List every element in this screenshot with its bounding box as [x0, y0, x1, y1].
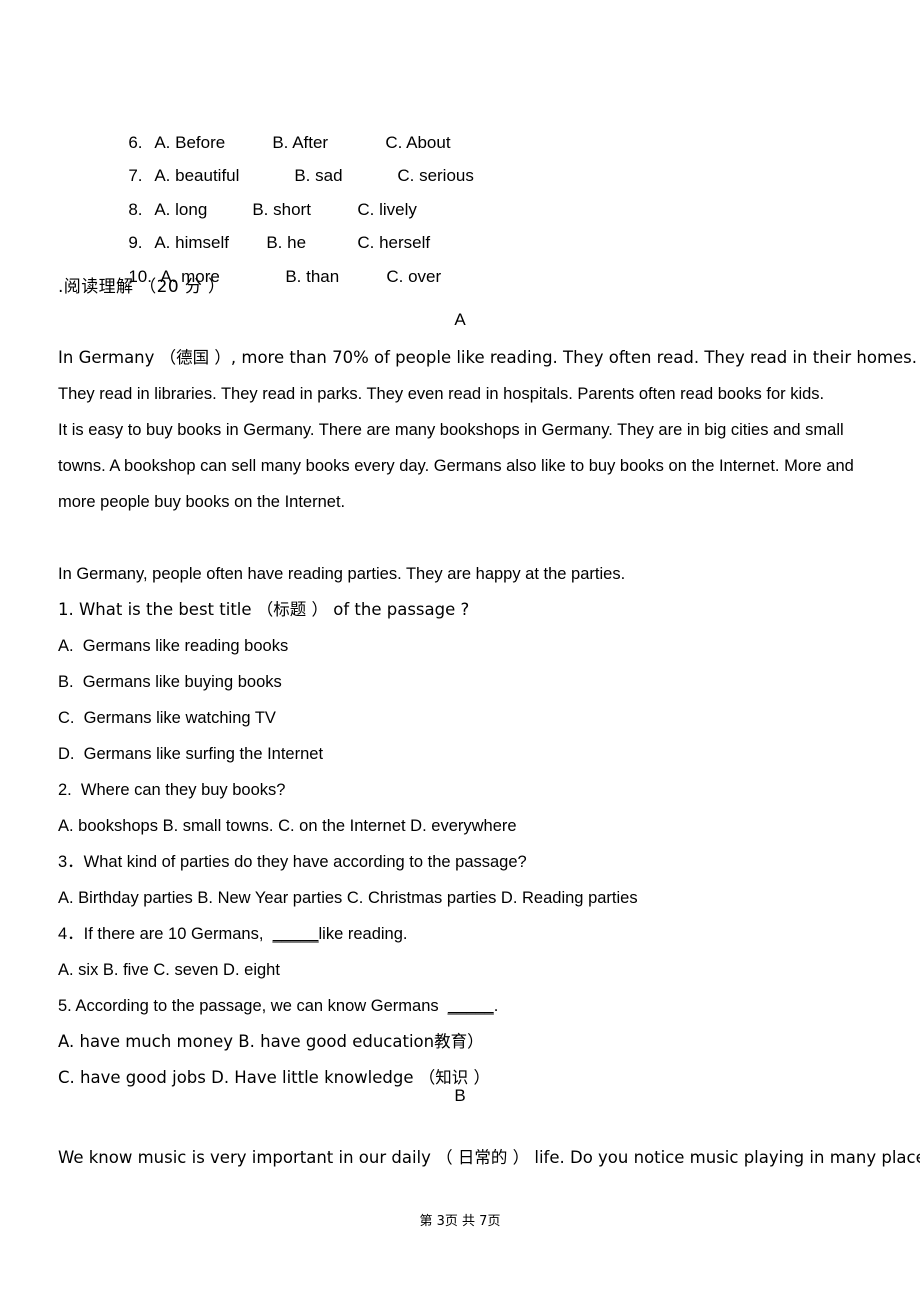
cloze-option-b[interactable]: B. After	[272, 126, 385, 160]
cloze-option-c[interactable]: C. serious	[397, 159, 474, 193]
question-stem-1: 1. What is the best title （标题 ） of the p…	[58, 600, 470, 619]
passage-a-body: In Germany （德国 ）, more than 70% of peopl…	[58, 340, 918, 520]
passage-line: It is easy to buy books in Germany. Ther…	[58, 421, 844, 439]
passage-b-body: We know music is very important in our d…	[58, 1140, 920, 1176]
question-stem-4: 4．If there are 10 Germans, _____like rea…	[58, 916, 903, 952]
cloze-item-number: 8.	[128, 199, 143, 219]
passage-line: They read in libraries. They read in par…	[58, 385, 825, 403]
cloze-option-a[interactable]: A. himself	[154, 226, 266, 260]
cloze-item-number: 6.	[128, 132, 143, 152]
cloze-option-c[interactable]: C. herself	[357, 226, 430, 260]
cloze-option-c[interactable]: C. lively	[357, 193, 417, 227]
question-stem-3: 3．What kind of parties do they have acco…	[58, 853, 527, 871]
cloze-options-list: 6. A. Before B. After C. About 7. A. beautif…	[0, 92, 920, 286]
cloze-option-b[interactable]: B. short	[252, 193, 357, 227]
passage-a-questions: In Germany, people often have reading pa…	[58, 556, 903, 1096]
cloze-item-number: 7.	[128, 166, 143, 185]
passage-line: more people buy books on the Internet.	[58, 493, 346, 511]
cloze-option-c[interactable]: C. over	[386, 260, 441, 294]
cloze-option-b[interactable]: B. than	[285, 260, 386, 294]
question-1-option-c[interactable]: C. Germans like watching TV	[58, 700, 903, 736]
cloze-option-c[interactable]: C. About	[385, 126, 450, 160]
passage-line: In Germany （德国 ）, more than 70% of peopl…	[58, 348, 918, 367]
passage-line: In Germany, people often have reading pa…	[58, 565, 626, 583]
question-5-blank[interactable]: _____	[448, 997, 494, 1015]
question-stem-5: 5. According to the passage, we can know…	[58, 988, 903, 1024]
cloze-option-b[interactable]: B. he	[266, 226, 357, 260]
question-4-text-pre: 4．If there are 10 Germans,	[58, 925, 273, 943]
cloze-option-b[interactable]: B. sad	[294, 159, 397, 193]
passage-b-label: B	[454, 1086, 466, 1105]
cloze-option-a[interactable]: A. Before	[154, 126, 272, 160]
passage-line: We know music is very important in our d…	[58, 1148, 920, 1167]
cloze-option-a[interactable]: A. beautiful	[154, 159, 294, 193]
question-5-options-ab[interactable]: A. have much money B. have good educatio…	[58, 1024, 903, 1060]
question-4-blank[interactable]: _____	[273, 925, 319, 943]
question-4-text-post: like reading.	[318, 925, 408, 943]
cloze-item-number: 9.	[128, 233, 143, 252]
question-4-options[interactable]: A. six B. five C. seven D. eight	[58, 952, 903, 988]
question-1-option-d[interactable]: D. Germans like surfing the Internet	[58, 736, 903, 772]
question-1-option-b[interactable]: B. Germans like buying books	[58, 664, 903, 700]
question-3-options[interactable]: A. Birthday parties B. New Year parties …	[58, 880, 903, 916]
question-1-option-a[interactable]: A. Germans like reading books	[58, 628, 903, 664]
cloze-option-a[interactable]: A. long	[154, 193, 252, 227]
question-stem-2: 2. Where can they buy books?	[58, 781, 286, 799]
passage-a-label: A	[454, 310, 466, 329]
cloze-row: 6. A. Before B. After C. About	[0, 92, 920, 152]
exam-page: 6. A. Before B. After C. About 7. A. beautif…	[0, 0, 920, 1303]
question-5-text-pre: 5. According to the passage, we can know…	[58, 997, 448, 1015]
passage-line: towns. A bookshop can sell many books ev…	[58, 457, 854, 475]
page-footer: 第 3页 共 7页	[419, 1214, 501, 1229]
section-heading-reading-comprehension: .阅读理解 （20 分 ）	[58, 277, 226, 297]
question-5-text-post: .	[493, 997, 499, 1015]
question-2-options[interactable]: A. bookshops B. small towns. C. on the I…	[58, 808, 903, 844]
